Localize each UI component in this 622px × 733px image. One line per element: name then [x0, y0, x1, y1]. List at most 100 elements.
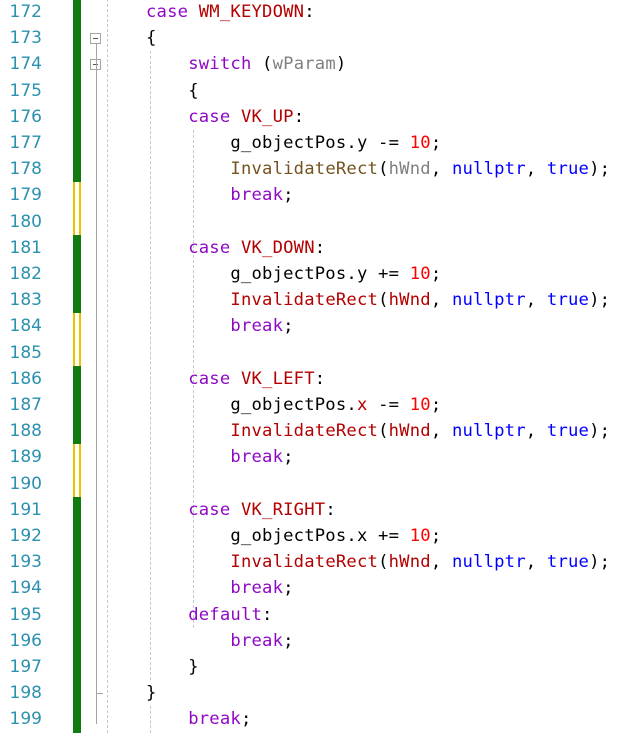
code-token: 10 [409, 264, 431, 284]
code-line[interactable]: 197 } [0, 654, 622, 680]
code-text[interactable]: case VK_RIGHT: [146, 497, 336, 523]
line-number: 173 [9, 28, 42, 49]
line-number: 191 [9, 499, 42, 520]
code-line[interactable]: 179 break; [0, 182, 622, 208]
code-line[interactable]: 191 case VK_RIGHT: [0, 497, 622, 523]
line-number: 189 [9, 447, 42, 468]
code-line[interactable]: 180 [0, 209, 622, 235]
code-line[interactable]: 198} [0, 680, 622, 706]
code-token: case [146, 237, 241, 258]
code-token: WM_KEYDOWN [198, 2, 305, 22]
code-line[interactable]: 188 InvalidateRect(hWnd, nullptr, true); [0, 418, 622, 444]
code-text[interactable]: g_objectPos.x += 10; [146, 523, 441, 549]
line-number: 182 [9, 264, 42, 284]
line-number: 194 [9, 578, 42, 599]
code-text[interactable]: { [146, 25, 157, 51]
line-number: 181 [9, 237, 42, 258]
code-token: VK_UP [240, 106, 294, 127]
code-line[interactable]: 184 break; [0, 313, 622, 339]
code-token: InvalidateRect [230, 552, 379, 573]
line-number: 180 [9, 211, 42, 232]
code-text[interactable]: case VK_UP: [146, 104, 304, 130]
code-line[interactable]: 199 break; [0, 706, 622, 732]
code-token: case [146, 499, 241, 520]
code-line[interactable]: 172 case WM_KEYDOWN: [0, 0, 622, 25]
code-token: break [230, 316, 284, 337]
code-line[interactable]: 194 break; [0, 575, 622, 601]
code-token: { [146, 28, 157, 49]
line-number: 187 [9, 395, 42, 415]
code-text[interactable]: case VK_LEFT: [146, 366, 325, 392]
code-line[interactable]: 183 InvalidateRect(hWnd, nullptr, true); [0, 287, 622, 313]
code-line[interactable]: 190 [0, 471, 622, 497]
code-editor[interactable]: 172 case WM_KEYDOWN: 173 {174 switch (wPara… [0, 0, 622, 733]
code-line[interactable]: 182 g_objectPos.y += 10; [0, 261, 622, 287]
code-token: } [146, 683, 157, 704]
code-text[interactable]: InvalidateRect(hWnd, nullptr, true); [146, 418, 610, 444]
code-text[interactable]: InvalidateRect(hWnd, nullptr, true); [146, 287, 610, 313]
code-token: case [146, 106, 241, 127]
code-token: hWnd [388, 290, 431, 311]
code-text[interactable]: break; [146, 182, 294, 208]
code-token: true [546, 421, 590, 442]
code-token: ( [251, 54, 273, 75]
code-line[interactable]: 196 break; [0, 628, 622, 654]
code-token: g_objectPos.y -= [146, 133, 410, 153]
code-token: hWnd [388, 552, 431, 573]
code-token: x [356, 395, 368, 415]
code-token: hWnd [388, 159, 431, 180]
line-number: 175 [9, 80, 42, 101]
code-token: hWnd [388, 421, 431, 442]
code-line[interactable]: 187 g_objectPos.x -= 10; [0, 392, 622, 418]
line-number: 188 [9, 421, 42, 442]
code-text[interactable]: break; [146, 575, 294, 601]
code-text[interactable]: g_objectPos.y -= 10; [146, 130, 441, 156]
code-text[interactable]: g_objectPos.y += 10; [146, 261, 441, 287]
code-line[interactable]: 175 { [0, 78, 622, 104]
code-line[interactable]: 173 { [0, 25, 622, 51]
code-line[interactable]: 189 break; [0, 444, 622, 470]
code-token: ); [589, 159, 611, 180]
code-line[interactable]: 195 default: [0, 602, 622, 628]
code-text[interactable]: } [146, 680, 157, 706]
code-token: break [230, 185, 284, 206]
code-line[interactable]: 176 case VK_UP: [0, 104, 622, 130]
code-text[interactable]: break; [146, 628, 294, 654]
code-token: ); [589, 552, 611, 573]
code-text[interactable]: InvalidateRect(hWnd, nullptr, true); [146, 549, 610, 575]
code-line[interactable]: 177 g_objectPos.y -= 10; [0, 130, 622, 156]
code-line[interactable]: 193 InvalidateRect(hWnd, nullptr, true); [0, 549, 622, 575]
code-text[interactable]: g_objectPos.x -= 10; [146, 392, 441, 418]
code-token: : [314, 368, 326, 389]
code-line[interactable]: 178 InvalidateRect(hWnd, nullptr, true); [0, 156, 622, 182]
code-line[interactable]: 186 case VK_LEFT: [0, 366, 622, 392]
line-number: 186 [9, 368, 42, 389]
code-line[interactable]: 181 case VK_DOWN: [0, 235, 622, 261]
code-text[interactable]: switch (wParam) [146, 51, 346, 77]
code-token: : [314, 237, 326, 258]
code-token: , [430, 159, 452, 180]
code-line[interactable]: 174 switch (wParam) [0, 51, 622, 77]
code-text[interactable]: } [146, 654, 199, 680]
code-token: ( [378, 552, 389, 573]
code-text[interactable]: InvalidateRect(hWnd, nullptr, true); [146, 156, 610, 182]
code-text[interactable]: break; [146, 313, 294, 339]
code-line[interactable]: 192 g_objectPos.x += 10; [0, 523, 622, 549]
code-token: ); [589, 290, 611, 311]
code-token: InvalidateRect [230, 421, 379, 442]
code-token: , [525, 290, 547, 311]
code-line[interactable]: 185 [0, 340, 622, 366]
code-token: default [188, 604, 263, 625]
code-text[interactable]: case VK_DOWN: [146, 235, 325, 261]
code-text[interactable]: break; [146, 706, 252, 732]
code-text[interactable]: default: [146, 602, 273, 628]
code-text[interactable]: case WM_KEYDOWN: [146, 0, 315, 25]
code-text[interactable]: { [146, 78, 199, 104]
code-text[interactable]: break; [146, 444, 294, 470]
